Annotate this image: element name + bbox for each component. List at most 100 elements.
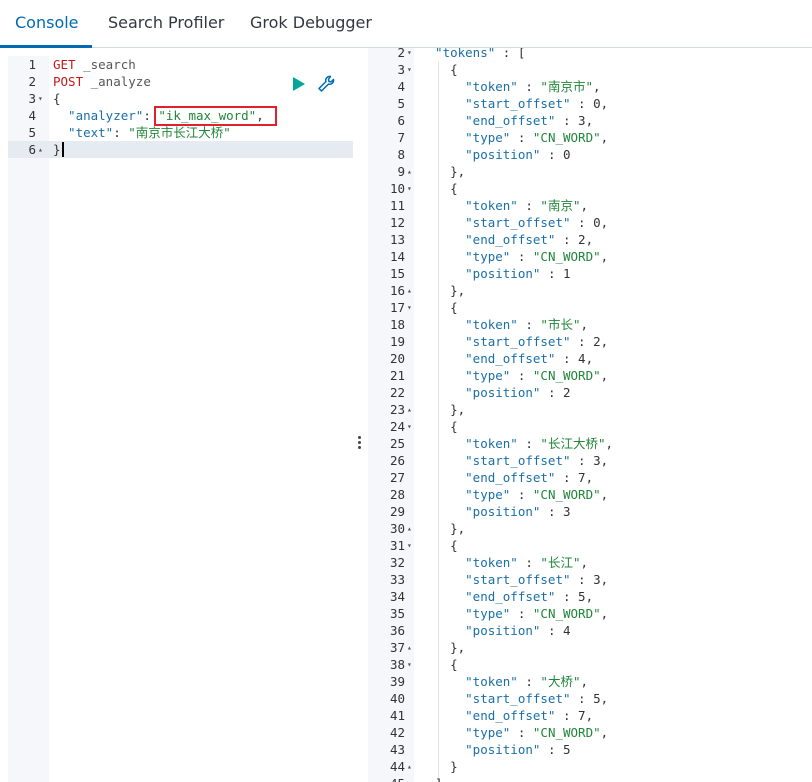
fold-expand-icon[interactable]: ▴ xyxy=(407,639,412,656)
code-token: "token" xyxy=(420,555,518,570)
code-line: }, xyxy=(420,163,465,180)
code-token: : xyxy=(570,572,594,587)
code-line: "token" : "长江", xyxy=(420,554,588,571)
request-editor-gutter xyxy=(8,56,49,782)
active-tab-indicator xyxy=(0,45,92,48)
line-number: 43 xyxy=(389,742,405,757)
code-token: , xyxy=(600,572,609,587)
fold-collapse-icon[interactable]: ▾ xyxy=(407,656,412,673)
code-line: }, xyxy=(420,401,465,418)
fold-expand-icon[interactable]: ▴ xyxy=(407,758,412,775)
resize-handle-icon[interactable] xyxy=(358,436,362,450)
code-token: { xyxy=(420,62,458,77)
request-editor[interactable]: 1 GET _search 2 POST _analyze 3 ▾ {4 "analyzer… xyxy=(8,56,353,782)
code-token: } xyxy=(53,142,61,157)
code-token: 3 xyxy=(563,504,571,519)
code-token: 2 xyxy=(578,232,586,247)
fold-collapse-icon[interactable]: ▾ xyxy=(407,537,412,554)
code-token: , xyxy=(600,334,609,349)
line-number: 14 xyxy=(389,249,405,264)
code-token: : xyxy=(555,351,579,366)
line-number: 39 xyxy=(389,674,405,689)
code-line: { xyxy=(53,90,61,107)
code-token: "end_offset" xyxy=(420,708,556,723)
code-token: , xyxy=(600,249,609,264)
code-token: , xyxy=(600,606,609,621)
line-number: 33 xyxy=(389,572,405,587)
code-token: 4 xyxy=(578,351,586,366)
code-token: "position" xyxy=(420,385,541,400)
code-line: "text": "南京市长江大桥" xyxy=(53,124,231,141)
fold-expand-icon[interactable]: ▴ xyxy=(407,163,412,180)
code-token: "token" xyxy=(420,674,518,689)
code-line: POST _analyze xyxy=(53,73,151,90)
code-token: : xyxy=(517,198,541,213)
code-line: "token" : "长江大桥", xyxy=(420,435,613,452)
code-token: : xyxy=(540,266,563,281)
wrench-icon[interactable] xyxy=(316,74,336,94)
line-number: 20 xyxy=(389,351,405,366)
code-line: "type" : "CN_WORD", xyxy=(420,605,608,622)
fold-expand-icon[interactable]: ▴ xyxy=(407,401,412,418)
code-token: 5 xyxy=(593,691,601,706)
fold-expand-icon[interactable]: ▴ xyxy=(38,141,43,158)
code-token: , xyxy=(580,317,589,332)
code-token: "token" xyxy=(420,198,518,213)
code-token: , xyxy=(585,708,594,723)
line-number: 38 xyxy=(389,657,405,672)
code-token: "position" xyxy=(420,623,541,638)
fold-collapse-icon[interactable]: ▾ xyxy=(38,90,43,107)
code-token: POST xyxy=(53,74,84,89)
line-number: 2 xyxy=(397,48,405,60)
fold-expand-icon[interactable]: ▴ xyxy=(407,520,412,537)
code-token: : xyxy=(510,725,533,740)
code-token: : xyxy=(540,504,563,519)
code-token: , xyxy=(580,555,589,570)
line-number: 2 xyxy=(28,74,36,89)
code-token: "长江大桥" xyxy=(540,436,606,451)
tab-console[interactable]: Console xyxy=(15,0,79,48)
tab-search-profiler[interactable]: Search Profiler xyxy=(108,0,224,48)
code-line: GET _search xyxy=(53,56,136,73)
play-icon[interactable] xyxy=(293,77,305,91)
line-number: 23 xyxy=(389,402,405,417)
code-token: "end_offset" xyxy=(420,351,556,366)
code-line: { xyxy=(420,418,458,435)
line-number: 4 xyxy=(397,79,405,94)
code-token: "start_offset" xyxy=(420,453,571,468)
fold-collapse-icon[interactable]: ▾ xyxy=(407,418,412,435)
fold-collapse-icon[interactable]: ▾ xyxy=(407,48,412,61)
tab-grok-debugger[interactable]: Grok Debugger xyxy=(250,0,372,48)
code-line: { xyxy=(420,299,458,316)
code-token: , xyxy=(600,487,609,502)
fold-expand-icon[interactable]: ▴ xyxy=(407,282,412,299)
code-token: "start_offset" xyxy=(420,215,571,230)
code-line: "token" : "大桥", xyxy=(420,673,588,690)
code-token: : xyxy=(510,487,533,502)
code-token: "token" xyxy=(420,79,518,94)
fold-collapse-icon[interactable]: ▾ xyxy=(407,180,412,197)
code-token: "type" xyxy=(420,130,511,145)
code-token: "市长" xyxy=(540,317,581,332)
fold-collapse-icon[interactable]: ▾ xyxy=(407,299,412,316)
code-token: "end_offset" xyxy=(420,589,556,604)
line-number: 12 xyxy=(389,215,405,230)
code-token: : xyxy=(510,606,533,621)
code-token: , xyxy=(600,130,609,145)
code-token: : xyxy=(570,453,594,468)
code-line: }, xyxy=(420,520,465,537)
code-line: { xyxy=(420,61,458,78)
code-token: "CN_WORD" xyxy=(532,725,601,740)
code-token: "CN_WORD" xyxy=(532,368,601,383)
line-number: 9 xyxy=(397,164,405,179)
code-token: : xyxy=(555,708,579,723)
code-line: "type" : "CN_WORD", xyxy=(420,248,608,265)
fold-collapse-icon[interactable]: ▾ xyxy=(407,61,412,78)
code-token: GET xyxy=(53,57,76,72)
code-token: "end_offset" xyxy=(420,232,556,247)
line-number: 3 xyxy=(28,91,36,106)
tab-bar: Console Search Profiler Grok Debugger xyxy=(0,0,812,48)
code-line: "start_offset" : 3, xyxy=(420,452,608,469)
response-viewer[interactable]: 2 ▾ "tokens" : [3 ▾ {4 "token" : "南京市", 5 "… xyxy=(368,48,812,782)
code-line: { xyxy=(420,180,458,197)
